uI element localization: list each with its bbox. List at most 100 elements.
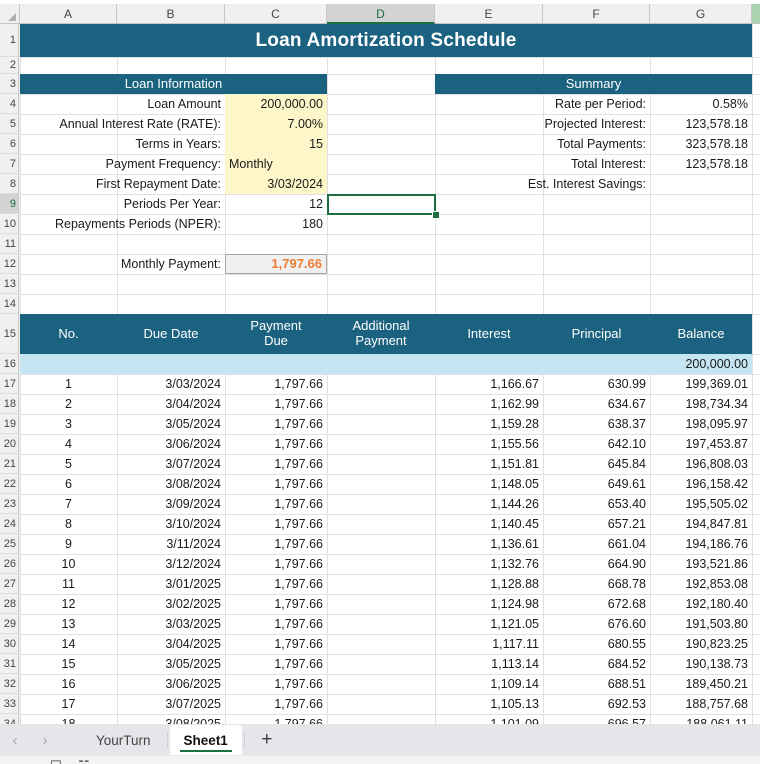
row-header-30[interactable]: 30	[0, 634, 19, 654]
schedule-cell-balance[interactable]: 189,450.21	[650, 674, 752, 694]
add-sheet-button[interactable]: +	[247, 724, 287, 756]
schedule-cell-payment[interactable]: 1,797.66	[225, 394, 327, 414]
opening-balance-blank[interactable]	[117, 354, 225, 374]
schedule-cell-date[interactable]: 3/12/2024	[117, 554, 225, 574]
schedule-cell-date[interactable]: 3/03/2024	[117, 374, 225, 394]
schedule-cell-principal[interactable]: 638.37	[543, 414, 650, 434]
schedule-cell-principal[interactable]: 642.10	[543, 434, 650, 454]
summary-value-4[interactable]	[650, 174, 752, 194]
schedule-cell-interest[interactable]: 1,117.11	[435, 634, 543, 654]
normal-view-icon[interactable]: ☐	[50, 758, 62, 764]
row-header-9[interactable]: 9	[0, 194, 19, 214]
column-header-next[interactable]	[752, 4, 760, 24]
schedule-cell-interest[interactable]: 1,155.56	[435, 434, 543, 454]
loan-info-value-4[interactable]: 3/03/2024	[225, 174, 327, 194]
schedule-cell-date[interactable]: 3/11/2024	[117, 534, 225, 554]
row-header-23[interactable]: 23	[0, 494, 19, 514]
row-header-18[interactable]: 18	[0, 394, 19, 414]
schedule-cell-principal[interactable]: 657.21	[543, 514, 650, 534]
row-header-26[interactable]: 26	[0, 554, 19, 574]
opening-balance-blank[interactable]	[327, 354, 435, 374]
row-header-8[interactable]: 8	[0, 174, 19, 194]
schedule-cell-date[interactable]: 3/06/2025	[117, 674, 225, 694]
schedule-cell-interest[interactable]: 1,109.14	[435, 674, 543, 694]
schedule-cell-interest[interactable]: 1,113.14	[435, 654, 543, 674]
schedule-cell-principal[interactable]: 692.53	[543, 694, 650, 714]
schedule-cell-no[interactable]: 6	[20, 474, 117, 494]
row-header-33[interactable]: 33	[0, 694, 19, 714]
schedule-cell-no[interactable]: 8	[20, 514, 117, 534]
select-all-corner[interactable]	[0, 4, 20, 24]
schedule-cell-no[interactable]: 12	[20, 594, 117, 614]
schedule-cell-date[interactable]: 3/06/2024	[117, 434, 225, 454]
loan-info-value-1[interactable]: 7.00%	[225, 114, 327, 134]
monthly-payment-value[interactable]: 1,797.66	[225, 254, 327, 274]
schedule-cell-date[interactable]: 3/04/2025	[117, 634, 225, 654]
schedule-cell-interest[interactable]: 1,121.05	[435, 614, 543, 634]
schedule-cell-additional[interactable]	[327, 454, 435, 474]
schedule-cell-payment[interactable]: 1,797.66	[225, 474, 327, 494]
schedule-cell-interest[interactable]: 1,136.61	[435, 534, 543, 554]
row-header-31[interactable]: 31	[0, 654, 19, 674]
schedule-cell-balance[interactable]: 194,847.81	[650, 514, 752, 534]
schedule-cell-interest[interactable]: 1,148.05	[435, 474, 543, 494]
schedule-cell-no[interactable]: 9	[20, 534, 117, 554]
schedule-cell-additional[interactable]	[327, 434, 435, 454]
schedule-cell-no[interactable]: 17	[20, 694, 117, 714]
row-header-20[interactable]: 20	[0, 434, 19, 454]
schedule-cell-balance[interactable]: 192,180.40	[650, 594, 752, 614]
row-header-10[interactable]: 10	[0, 214, 19, 234]
schedule-cell-additional[interactable]	[327, 474, 435, 494]
schedule-cell-additional[interactable]	[327, 594, 435, 614]
column-header-c[interactable]: C	[225, 4, 327, 24]
schedule-cell-principal[interactable]: 661.04	[543, 534, 650, 554]
row-header-12[interactable]: 12	[0, 254, 19, 274]
row-header-6[interactable]: 6	[0, 134, 19, 154]
schedule-cell-principal[interactable]: 684.52	[543, 654, 650, 674]
row-header-11[interactable]: 11	[0, 234, 19, 254]
schedule-cell-no[interactable]: 13	[20, 614, 117, 634]
schedule-cell-additional[interactable]	[327, 554, 435, 574]
schedule-cell-payment[interactable]: 1,797.66	[225, 514, 327, 534]
summary-value-3[interactable]: 123,578.18	[650, 154, 752, 174]
schedule-cell-additional[interactable]	[327, 414, 435, 434]
schedule-cell-principal[interactable]: 696.57	[543, 714, 650, 724]
schedule-cell-principal[interactable]: 676.60	[543, 614, 650, 634]
opening-balance-blank[interactable]	[225, 354, 327, 374]
row-header-21[interactable]: 21	[0, 454, 19, 474]
schedule-cell-interest[interactable]: 1,159.28	[435, 414, 543, 434]
schedule-cell-date[interactable]: 3/09/2024	[117, 494, 225, 514]
schedule-cell-principal[interactable]: 649.61	[543, 474, 650, 494]
schedule-cell-payment[interactable]: 1,797.66	[225, 614, 327, 634]
schedule-cell-interest[interactable]: 1,151.81	[435, 454, 543, 474]
schedule-cell-additional[interactable]	[327, 574, 435, 594]
schedule-cell-interest[interactable]: 1,132.76	[435, 554, 543, 574]
row-header-29[interactable]: 29	[0, 614, 19, 634]
schedule-cell-date[interactable]: 3/01/2025	[117, 574, 225, 594]
schedule-cell-date[interactable]: 3/07/2024	[117, 454, 225, 474]
schedule-cell-additional[interactable]	[327, 374, 435, 394]
schedule-cell-balance[interactable]: 190,823.25	[650, 634, 752, 654]
row-header-27[interactable]: 27	[0, 574, 19, 594]
loan-info-value-2[interactable]: 15	[225, 134, 327, 154]
row-header-7[interactable]: 7	[0, 154, 19, 174]
schedule-cell-no[interactable]: 16	[20, 674, 117, 694]
row-header-19[interactable]: 19	[0, 414, 19, 434]
row-header-3[interactable]: 3	[0, 74, 19, 94]
next-sheet-button[interactable]: ›	[30, 724, 60, 756]
schedule-cell-principal[interactable]: 668.78	[543, 574, 650, 594]
row-header-13[interactable]: 13	[0, 274, 19, 294]
schedule-cell-balance[interactable]: 190,138.73	[650, 654, 752, 674]
schedule-cell-additional[interactable]	[327, 674, 435, 694]
schedule-cell-additional[interactable]	[327, 394, 435, 414]
schedule-cell-principal[interactable]: 645.84	[543, 454, 650, 474]
worksheet-grid[interactable]: Loan Amortization Schedule Loan Informati…	[20, 24, 760, 724]
column-header-b[interactable]: B	[117, 4, 225, 24]
schedule-cell-balance[interactable]: 191,503.80	[650, 614, 752, 634]
schedule-cell-principal[interactable]: 688.51	[543, 674, 650, 694]
schedule-cell-interest[interactable]: 1,101.09	[435, 714, 543, 724]
row-header-25[interactable]: 25	[0, 534, 19, 554]
schedule-cell-payment[interactable]: 1,797.66	[225, 694, 327, 714]
row-header-4[interactable]: 4	[0, 94, 19, 114]
schedule-cell-balance[interactable]: 197,453.87	[650, 434, 752, 454]
